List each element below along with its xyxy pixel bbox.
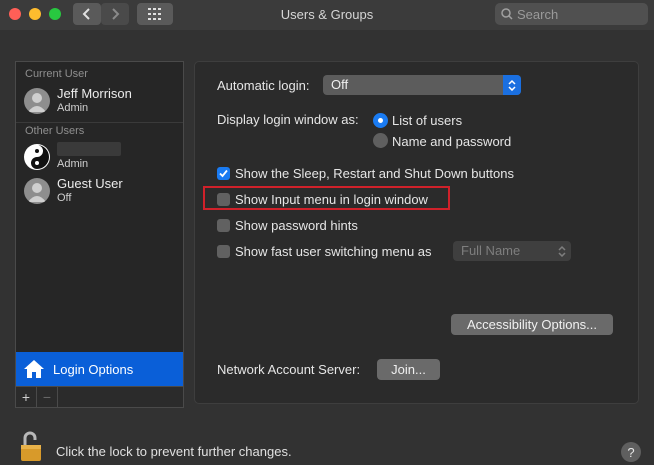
current-user-header: Current User: [25, 68, 88, 80]
login-options-panel: Automatic login: Off Display login windo…: [194, 61, 639, 404]
login-options-label: Login Options: [53, 361, 134, 377]
current-user-role: Admin: [57, 102, 89, 114]
yin-yang-avatar-icon: [24, 144, 50, 170]
updown-arrows-icon: [553, 241, 571, 261]
highlight-box: [203, 186, 450, 210]
section-divider: [16, 122, 183, 123]
sleep-restart-checkbox[interactable]: [217, 167, 230, 180]
fast-switch-label: Show fast user switching menu as: [235, 244, 432, 259]
automatic-login-value: Off: [331, 77, 349, 92]
guest-user-status: Off: [57, 192, 72, 204]
sleep-restart-label: Show the Sleep, Restart and Shut Down bu…: [235, 166, 514, 181]
guest-user-name: Guest User: [57, 176, 123, 191]
help-button[interactable]: ?: [621, 442, 641, 462]
search-input[interactable]: [517, 3, 637, 25]
current-user-name: Jeff Morrison: [57, 86, 132, 101]
unlocked-padlock-icon[interactable]: [18, 430, 44, 462]
fast-switch-checkbox[interactable]: [217, 245, 230, 258]
sidebar-toolbar: + −: [16, 386, 183, 407]
guest-avatar-icon: [24, 178, 50, 204]
radio-list-label: List of users: [392, 113, 463, 128]
user-avatar-icon: [24, 88, 50, 114]
house-icon: [24, 360, 44, 378]
fast-switch-popup[interactable]: Full Name: [453, 241, 571, 261]
radio-list-of-users[interactable]: [373, 113, 388, 128]
sidebar-item-login-options[interactable]: Login Options: [16, 352, 183, 386]
search-icon: [501, 8, 513, 20]
add-user-button[interactable]: +: [16, 387, 37, 407]
password-hints-label: Show password hints: [235, 218, 358, 233]
network-server-label: Network Account Server:: [217, 362, 361, 377]
users-sidebar: Current User Jeff Morrison Admin Other U…: [15, 61, 184, 408]
automatic-login-popup[interactable]: Off: [323, 75, 521, 95]
other-users-header: Other Users: [25, 125, 85, 137]
password-hints-checkbox[interactable]: [217, 219, 230, 232]
accessibility-options-button[interactable]: Accessibility Options...: [451, 314, 613, 335]
other-user-role: Admin: [57, 158, 89, 170]
title-bar: Users & Groups: [0, 0, 654, 30]
redacted-username: [57, 142, 121, 156]
remove-user-button[interactable]: −: [37, 387, 58, 407]
automatic-login-label: Automatic login:: [217, 78, 310, 93]
radio-name-and-password[interactable]: [373, 133, 388, 148]
search-field[interactable]: [495, 3, 648, 25]
updown-arrows-icon: [503, 75, 521, 95]
radio-name-label: Name and password: [392, 134, 512, 149]
lock-message: Click the lock to prevent further change…: [56, 444, 292, 459]
checkmark-icon: [219, 169, 228, 178]
display-login-label: Display login window as:: [217, 112, 359, 127]
fast-switch-value: Full Name: [461, 243, 521, 258]
join-button[interactable]: Join...: [377, 359, 440, 380]
